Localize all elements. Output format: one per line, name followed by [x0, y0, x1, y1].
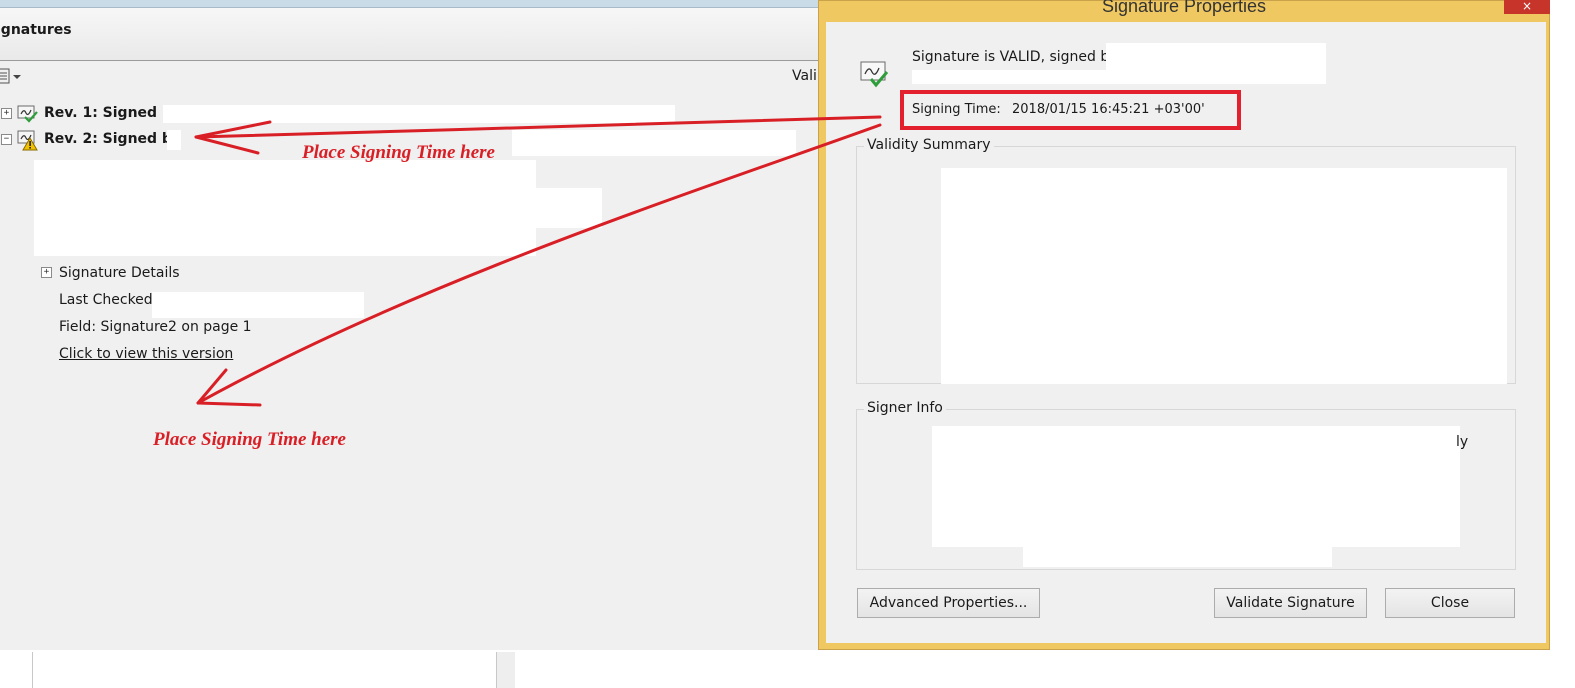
arrow-to-details [196, 123, 882, 405]
arrow-to-rev2 [194, 115, 882, 139]
annotation-arrows [194, 115, 882, 407]
